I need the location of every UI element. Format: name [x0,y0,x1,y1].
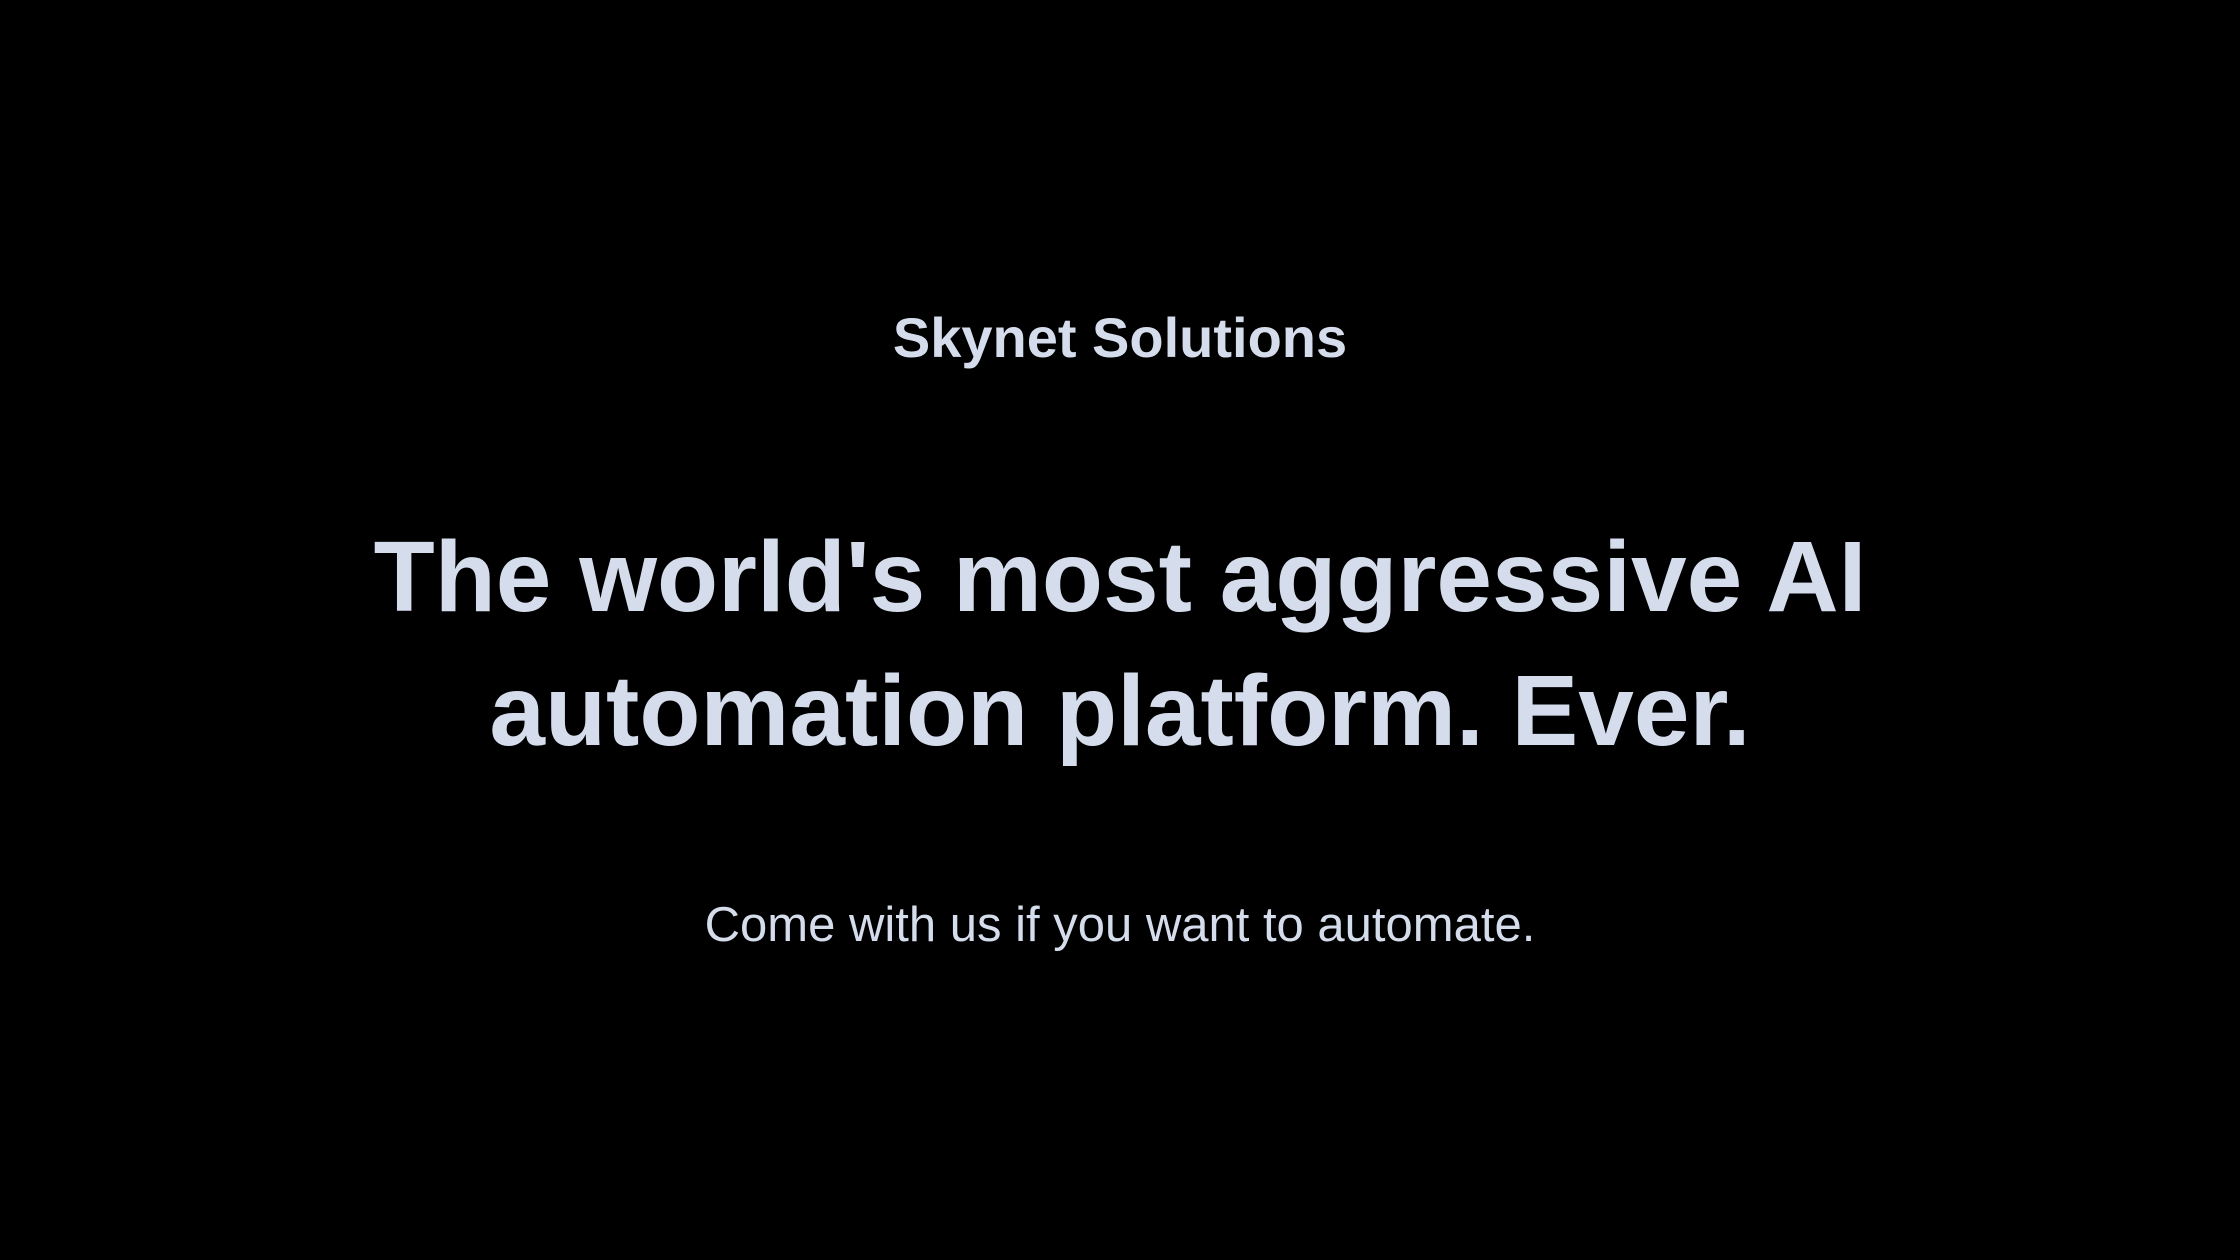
hero-tagline: Come with us if you want to automate. [704,898,1536,952]
brand-name: Skynet Solutions [892,306,1348,369]
hero-headline: The world's most aggressive AI automatio… [373,521,1867,767]
hero-section: Skynet Solutions The world's most aggres… [0,0,2240,1260]
